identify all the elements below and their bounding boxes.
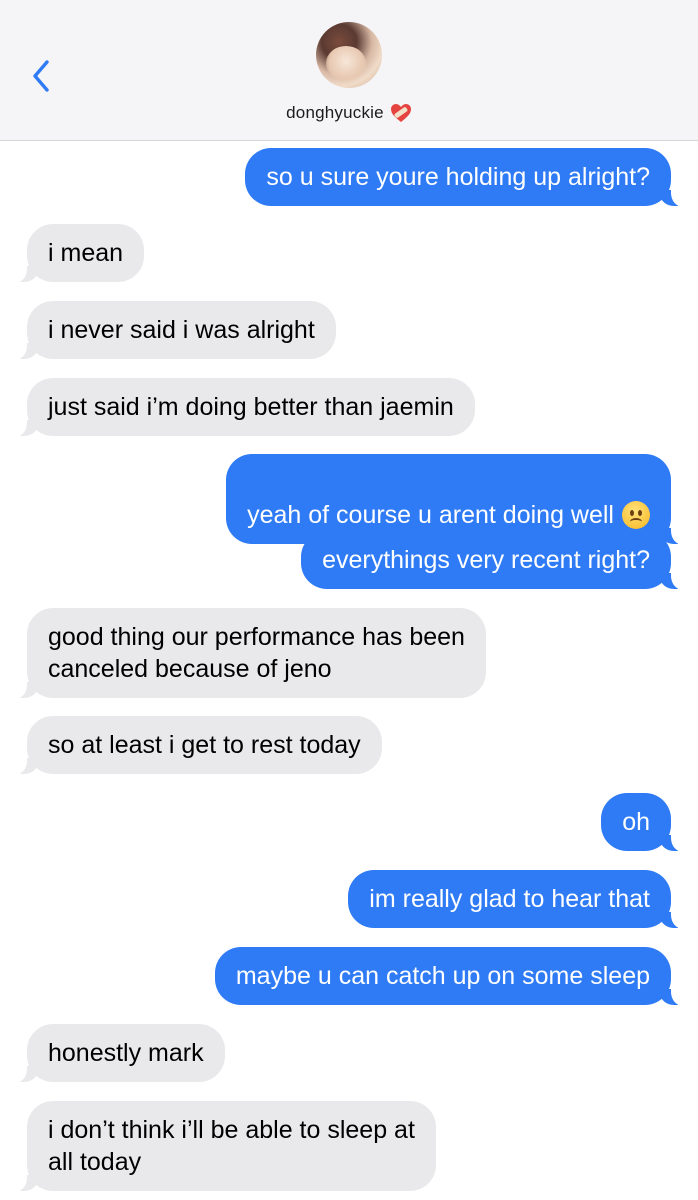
sent-message-bubble[interactable]: im really glad to hear that <box>348 870 685 929</box>
message-text: yeah of course u arent doing well <box>247 501 614 529</box>
contact-name: donghyuckie <box>286 103 384 122</box>
sent-message-bubble[interactable]: maybe u can catch up on some sleep <box>214 947 686 1006</box>
sent-message-bubble[interactable]: everythings very recent right? <box>301 531 685 590</box>
slightly-frowning-face-emoji-icon <box>622 501 650 529</box>
message-thread[interactable]: so u sure youre holding up alright? i me… <box>0 140 698 1200</box>
received-message-bubble[interactable]: good thing our performance has been canc… <box>13 608 486 699</box>
received-message-bubble[interactable]: i don’t think i’ll be able to sleep at a… <box>13 1101 436 1192</box>
contact-info[interactable]: donghyuckie <box>0 103 698 123</box>
chevron-left-icon <box>33 60 49 92</box>
received-message-bubble[interactable]: i mean <box>12 224 145 283</box>
back-button[interactable] <box>26 56 56 96</box>
conversation-header: donghyuckie <box>0 0 698 141</box>
received-message-bubble[interactable]: i never said i was alright <box>13 301 336 360</box>
sent-message-bubble[interactable]: oh <box>601 793 685 852</box>
received-message-bubble[interactable]: honestly mark <box>13 1024 225 1083</box>
received-message-bubble[interactable]: so at least i get to rest today <box>13 716 382 775</box>
mending-heart-emoji-icon <box>390 104 411 122</box>
avatar[interactable] <box>316 22 382 88</box>
sent-message-bubble[interactable]: so u sure youre holding up alright? <box>245 148 685 207</box>
received-message-bubble[interactable]: just said i’m doing better than jaemin <box>13 378 475 437</box>
avatar-photo <box>326 46 366 80</box>
